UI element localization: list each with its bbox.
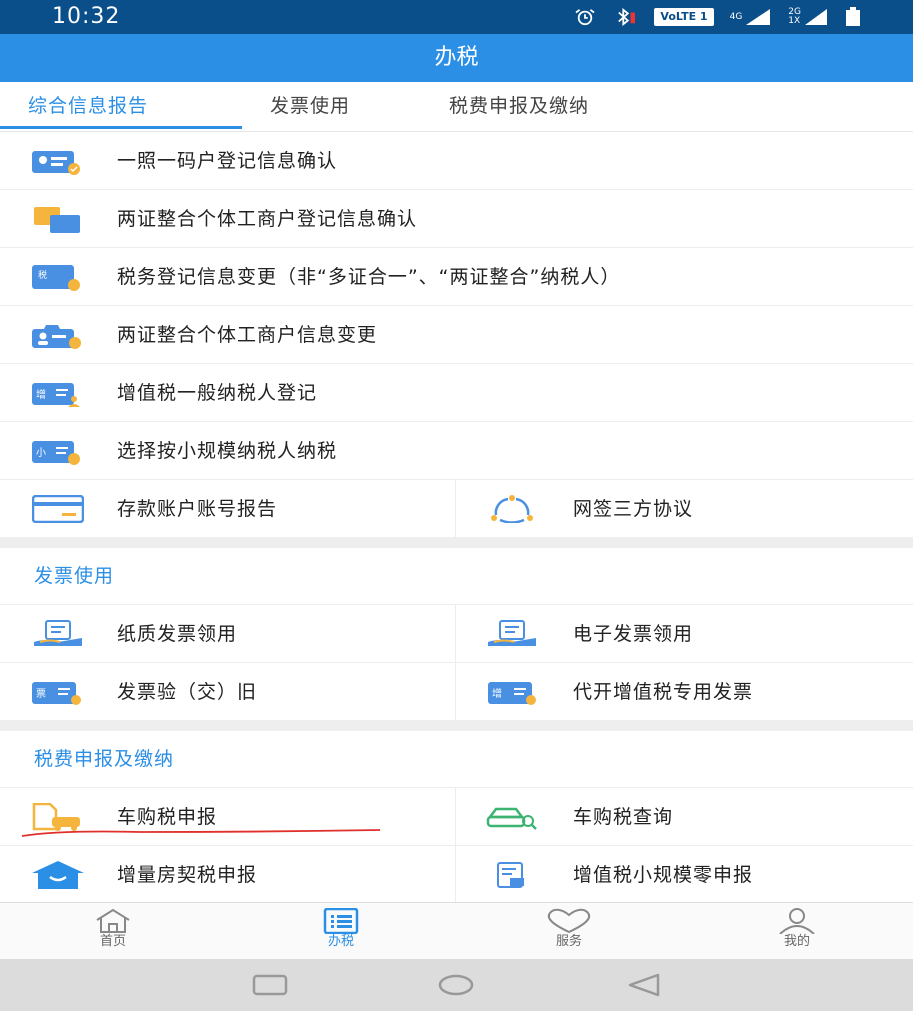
list-item[interactable]: 两证整合个体工商户信息变更 <box>0 306 913 364</box>
item-label: 发票验（交）旧 <box>117 681 258 703</box>
list-item[interactable]: 存款账户账号报告 <box>0 480 456 538</box>
list-item[interactable]: 电子发票领用 <box>456 605 913 663</box>
heart-icon <box>547 908 591 934</box>
system-navigation-bar <box>0 959 913 1011</box>
house-icon <box>32 861 84 889</box>
list-item[interactable]: 小 选择按小规模纳税人纳税 <box>0 422 913 480</box>
nav-label: 服务 <box>555 934 582 949</box>
network-type-3: 1X <box>788 16 801 26</box>
network-type-1: 4G <box>729 11 743 22</box>
item-label: 车购税查询 <box>573 806 674 828</box>
svg-text:票: 票 <box>36 688 46 700</box>
item-label: 两证整合个体工商户登记信息确认 <box>117 208 418 230</box>
hand-invoice-icon <box>34 620 82 646</box>
svg-text:小: 小 <box>36 447 46 459</box>
svg-text:税: 税 <box>38 269 47 281</box>
active-tab-indicator <box>0 126 242 129</box>
nav-tax[interactable]: 办税 <box>281 903 401 960</box>
section-divider <box>0 721 913 731</box>
invoice-check-icon: 票 <box>32 682 81 705</box>
section-title: 发票使用 <box>34 565 115 587</box>
user-icon <box>779 908 815 934</box>
hand-invoice-icon <box>488 620 536 646</box>
tax-card-icon: 税 <box>32 265 80 291</box>
red-underline-annotation <box>21 829 381 837</box>
list-item[interactable]: 两证整合个体工商户登记信息确认 <box>0 190 913 248</box>
id-card-check-icon <box>32 151 80 175</box>
section-divider <box>0 538 913 548</box>
shop-user-icon <box>32 325 81 349</box>
list-item[interactable]: 税 税务登记信息变更（非“多证合一”、“两证整合”纳税人） <box>0 248 913 306</box>
list-item[interactable]: 增值税小规模零申报 <box>456 846 913 904</box>
nav-service[interactable]: 服务 <box>509 903 629 960</box>
section-header: 税费申报及缴纳 <box>0 731 913 788</box>
clock: 10:32 <box>52 4 121 29</box>
vat-user-icon: 增 <box>32 383 80 407</box>
vat-invoice-icon: 增 <box>488 682 536 705</box>
list-item[interactable]: 车购税查询 <box>456 788 913 846</box>
item-label: 纸质发票领用 <box>117 623 238 645</box>
item-label: 一照一码户登记信息确认 <box>117 150 338 172</box>
tripartite-icon <box>491 495 533 523</box>
status-bar: 10:32 VoLTE 1 4G 2G 1X <box>0 0 913 34</box>
nav-mine[interactable]: 我的 <box>737 903 857 960</box>
recent-apps-icon[interactable] <box>250 974 290 996</box>
back-triangle-icon[interactable] <box>624 972 664 998</box>
item-label: 电子发票领用 <box>573 623 694 645</box>
tab-tax-declare[interactable]: 税费申报及缴纳 <box>449 82 589 132</box>
tab-bar: 综合信息报告 发票使用 税费申报及缴纳 <box>0 82 913 132</box>
zero-declare-icon <box>497 862 524 888</box>
signal-icon-2 <box>805 9 827 25</box>
section-title: 税费申报及缴纳 <box>34 748 175 770</box>
item-label: 选择按小规模纳税人纳税 <box>117 440 338 462</box>
list-item[interactable]: 一照一码户登记信息确认 <box>0 132 913 190</box>
svg-text:增: 增 <box>492 687 502 700</box>
item-label: 存款账户账号报告 <box>117 498 278 520</box>
list-item[interactable]: 增 代开增值税专用发票 <box>456 663 913 721</box>
bottom-navigation: 首页 办税 服务 我的 <box>0 902 913 959</box>
item-label: 增量房契税申报 <box>117 864 258 886</box>
bank-card-icon <box>32 495 84 523</box>
list-item[interactable]: 增量房契税申报 <box>0 846 456 904</box>
nav-home[interactable]: 首页 <box>53 903 173 960</box>
tab-invoice-use[interactable]: 发票使用 <box>270 82 350 132</box>
nav-label: 我的 <box>783 934 810 949</box>
car-search-icon <box>486 807 537 830</box>
signal-icon <box>746 9 771 25</box>
item-label: 两证整合个体工商户信息变更 <box>117 324 378 346</box>
home-circle-icon[interactable] <box>436 973 476 997</box>
svg-text:增: 增 <box>36 388 46 401</box>
bluetooth-icon <box>618 8 636 26</box>
volte-badge: VoLTE 1 <box>654 8 714 26</box>
list-item[interactable]: 增 增值税一般纳税人登记 <box>0 364 913 422</box>
item-label: 增值税小规模零申报 <box>573 864 754 886</box>
item-label: 税务登记信息变更（非“多证合一”、“两证整合”纳税人） <box>117 266 621 288</box>
home-icon <box>96 908 130 933</box>
list-icon <box>323 908 359 934</box>
nav-label: 办税 <box>327 934 354 949</box>
battery-icon <box>846 7 860 26</box>
list-item[interactable]: 票 发票验（交）旧 <box>0 663 456 721</box>
list-item[interactable]: 网签三方协议 <box>456 480 913 538</box>
small-scale-icon: 小 <box>32 441 80 465</box>
alarm-icon <box>575 9 595 26</box>
section-header: 发票使用 <box>0 548 913 605</box>
item-label: 代开增值税专用发票 <box>573 681 754 703</box>
item-label: 网签三方协议 <box>573 498 694 520</box>
nav-label: 首页 <box>99 934 126 949</box>
tab-info-report[interactable]: 综合信息报告 <box>28 82 148 132</box>
page-title: 办税 <box>0 34 913 82</box>
item-label: 增值税一般纳税人登记 <box>117 382 318 404</box>
list-item[interactable]: 纸质发票领用 <box>0 605 456 663</box>
documents-icon <box>34 207 80 233</box>
